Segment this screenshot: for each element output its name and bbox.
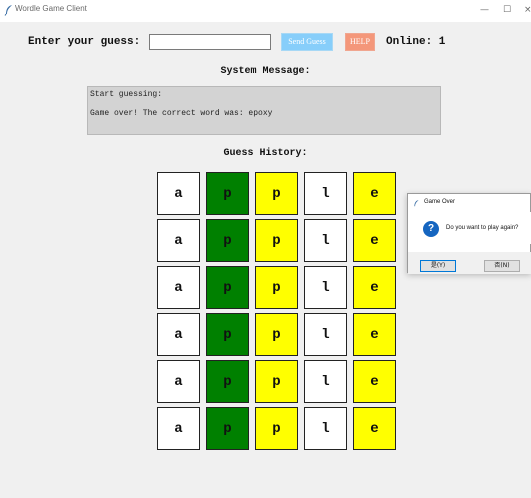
letter-tile: e [353, 407, 396, 450]
minimize-button[interactable]: — [480, 5, 489, 15]
dialog-message: Do you want to play again? [446, 225, 519, 231]
letter-tile: p [255, 360, 298, 403]
letter-tile: p [206, 172, 249, 215]
window-title: Wordle Game Client [15, 4, 87, 13]
letter-tile: l [304, 360, 347, 403]
guess-history-title: Guess History: [223, 148, 308, 159]
letter-tile: l [304, 219, 347, 262]
guess-row: apple [157, 172, 402, 215]
letter-tile: a [157, 313, 200, 356]
guess-row: apple [157, 266, 402, 309]
letter-tile: p [255, 313, 298, 356]
system-message-box: Start guessing: Game over! The correct w… [87, 86, 441, 135]
letter-tile: p [206, 407, 249, 450]
feather-icon [4, 5, 12, 16]
letter-tile: a [157, 360, 200, 403]
title-bar: Wordle Game Client — ☐ × [0, 0, 531, 22]
letter-tile: a [157, 266, 200, 309]
guess-row: apple [157, 219, 402, 262]
online-count: Online: 1 [386, 36, 446, 48]
letter-tile: e [353, 266, 396, 309]
letter-tile: p [255, 172, 298, 215]
letter-tile: l [304, 266, 347, 309]
letter-tile: p [255, 219, 298, 262]
maximize-button[interactable]: ☐ [503, 5, 511, 15]
letter-tile: p [206, 313, 249, 356]
app-window: Wordle Game Client — ☐ × Enter your gues… [0, 0, 531, 498]
guess-row: apple [157, 407, 402, 450]
yes-button[interactable]: 是(Y) [420, 260, 456, 272]
question-icon: ? [423, 221, 439, 237]
game-over-dialog: Game Over ? Do you want to play again? 是… [407, 193, 531, 274]
dialog-title: Game Over [424, 199, 456, 205]
guess-row: apple [157, 313, 402, 356]
close-button[interactable]: × [524, 5, 531, 15]
system-message-title: System Message: [220, 66, 311, 77]
system-message-line: Start guessing: [90, 90, 163, 99]
feather-icon [414, 200, 419, 207]
letter-tile: p [255, 407, 298, 450]
letter-tile: e [353, 313, 396, 356]
dialog-footer: 是(Y) 否(N) [408, 252, 531, 274]
send-guess-button[interactable]: Send Guess [281, 33, 333, 51]
letter-tile: e [353, 219, 396, 262]
no-button[interactable]: 否(N) [484, 260, 520, 272]
guess-label: Enter your guess: [28, 36, 141, 48]
letter-tile: e [353, 172, 396, 215]
help-button[interactable]: HELP [345, 33, 375, 51]
dialog-body: ? Do you want to play again? [408, 212, 531, 244]
letter-tile: p [255, 266, 298, 309]
guess-row: apple [157, 360, 402, 403]
letter-tile: l [304, 172, 347, 215]
system-message-line: Game over! The correct word was: epoxy [90, 109, 273, 118]
guess-input[interactable] [149, 34, 271, 50]
letter-tile: a [157, 219, 200, 262]
letter-tile: a [157, 407, 200, 450]
letter-tile: p [206, 266, 249, 309]
letter-tile: p [206, 360, 249, 403]
letter-tile: p [206, 219, 249, 262]
letter-tile: a [157, 172, 200, 215]
letter-tile: e [353, 360, 396, 403]
letter-tile: l [304, 407, 347, 450]
letter-tile: l [304, 313, 347, 356]
